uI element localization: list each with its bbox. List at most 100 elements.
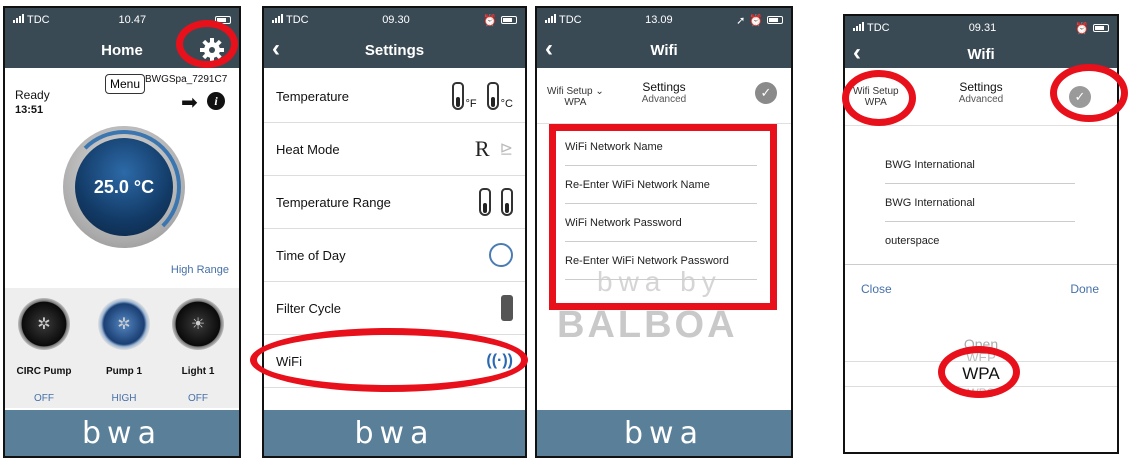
carrier-text: TDC xyxy=(559,14,582,26)
wifi-password-input[interactable]: outerspace xyxy=(885,222,1075,260)
ready-mode-icon[interactable]: R xyxy=(475,136,490,162)
gear-highlight xyxy=(176,20,238,68)
status-right: ⏰ xyxy=(1075,22,1109,35)
spa-name: BWGSpa_7291C7 xyxy=(145,74,228,85)
signal-icon xyxy=(853,22,864,31)
low-range-icon[interactable] xyxy=(501,188,513,216)
rest-mode-icon[interactable]: ⊵ xyxy=(500,139,513,159)
alarm-icon: ⏰ xyxy=(749,14,763,27)
arrow-right-icon[interactable]: ➡ xyxy=(181,90,198,115)
wpa-highlight xyxy=(938,346,1020,398)
info-icon[interactable]: i xyxy=(207,92,225,110)
filter-icon xyxy=(501,295,513,321)
carrier-label: TDC xyxy=(272,14,309,26)
done-button[interactable]: Done xyxy=(1070,282,1099,296)
settings-tab-label: Settings xyxy=(642,80,686,94)
page-title: Settings xyxy=(364,41,425,59)
carrier-label: TDC xyxy=(13,14,50,26)
equipment-label: Pump 1 xyxy=(105,366,143,377)
page-title: Home xyxy=(101,41,143,59)
wifi-setup-highlight xyxy=(842,70,916,126)
settings-navbar: ‹ Settings xyxy=(264,32,525,68)
back-icon[interactable]: ‹ xyxy=(272,35,280,63)
unit-f: °F xyxy=(465,98,477,110)
equipment-label: Light 1 xyxy=(181,366,215,377)
row-label: Temperature Range xyxy=(276,194,391,210)
row-label: Heat Mode xyxy=(276,141,340,157)
row-label: Temperature xyxy=(276,88,349,104)
heat-mode-options: R ⊵ xyxy=(475,136,513,162)
light-icon: ☀ xyxy=(172,298,224,350)
carrier-label: TDC xyxy=(853,22,890,34)
clock-icon xyxy=(489,243,513,267)
row-label: Time of Day xyxy=(276,247,346,263)
location-icon: ➚ xyxy=(736,14,746,27)
battery-icon xyxy=(767,16,783,24)
temperature-units: °F °C xyxy=(451,82,513,110)
equipment-label: CIRC Pump xyxy=(16,366,72,377)
signal-icon xyxy=(545,14,556,23)
wifi-entry-form: BWG International BWG International oute… xyxy=(885,146,1075,260)
thermometer-icon xyxy=(486,82,499,110)
equipment-state: OFF xyxy=(34,393,54,404)
settings-tab[interactable]: Settings Advanced xyxy=(537,80,791,105)
wifi-name-confirm-input[interactable]: BWG International xyxy=(885,184,1075,222)
carrier-text: TDC xyxy=(27,14,50,26)
form-highlight xyxy=(549,124,777,310)
pump-icon: ✲ xyxy=(98,298,150,350)
settings-row-temperature-range[interactable]: Temperature Range xyxy=(264,176,525,229)
fahrenheit-option[interactable]: °F xyxy=(451,82,477,110)
checkmark-highlight xyxy=(1050,64,1128,122)
ready-status: Ready xyxy=(15,88,50,102)
divider xyxy=(845,264,1117,265)
celsius-option[interactable]: °C xyxy=(486,82,513,110)
carrier-label: TDC xyxy=(545,14,582,26)
equipment-circ-pump[interactable]: ✲ CIRC Pump OFF xyxy=(9,298,79,404)
wifi-entry-navbar: ‹ Wifi xyxy=(845,39,1117,68)
battery-icon xyxy=(501,16,517,24)
back-icon[interactable]: ‹ xyxy=(853,39,861,67)
wifi-tabs: Wifi Setup ⌄ WPA Settings Advanced ✓ xyxy=(537,68,791,124)
back-icon[interactable]: ‹ xyxy=(545,35,553,63)
battery-icon xyxy=(1093,24,1109,32)
status-time: 09.30 xyxy=(382,14,410,26)
advanced-label: Advanced xyxy=(641,94,687,105)
menu-button[interactable]: Menu xyxy=(105,74,146,94)
temperature-dial[interactable]: 25.0 °C xyxy=(63,126,185,248)
status-time: 10.47 xyxy=(118,14,147,26)
signal-icon xyxy=(13,14,24,23)
alarm-icon: ⏰ xyxy=(483,14,497,27)
wifi-navbar: ‹ Wifi xyxy=(537,32,791,68)
equipment-pump-1[interactable]: ✲ Pump 1 HIGH xyxy=(89,298,159,404)
settings-row-time-of-day[interactable]: Time of Day xyxy=(264,229,525,282)
equipment-bar: ✲ CIRC Pump OFF ✲ Pump 1 HIGH ☀ Light 1 … xyxy=(5,288,239,408)
row-label: Filter Cycle xyxy=(276,300,342,316)
range-label[interactable]: High Range xyxy=(171,264,229,276)
status-bar: TDC 09.30 ⏰ xyxy=(264,8,525,32)
signal-icon xyxy=(272,14,283,23)
bwa-logo: bwa xyxy=(5,410,239,456)
status-right: ⏰ xyxy=(483,14,517,27)
status-bar: TDC 13.09 ➚ ⏰ xyxy=(537,8,791,32)
bwa-logo: bwa xyxy=(537,410,791,456)
high-range-icon[interactable] xyxy=(479,188,491,216)
wifi-highlight xyxy=(250,328,528,392)
temperature-readout: 25.0 °C xyxy=(75,138,173,236)
status-bar: TDC 09.31 ⏰ xyxy=(845,16,1117,40)
status-time: 09.31 xyxy=(968,22,997,34)
wifi-name-input[interactable]: BWG International xyxy=(885,146,1075,184)
pump-icon: ✲ xyxy=(18,298,70,350)
status-right: ➚ ⏰ xyxy=(736,14,783,27)
range-options xyxy=(479,188,513,216)
checkmark-icon[interactable]: ✓ xyxy=(755,82,777,104)
alarm-icon: ⏰ xyxy=(1075,22,1089,35)
settings-row-heat-mode[interactable]: Heat Mode R ⊵ xyxy=(264,123,525,176)
equipment-state: HIGH xyxy=(111,393,137,404)
close-button[interactable]: Close xyxy=(861,282,892,296)
balboa-watermark: BALBOA xyxy=(557,304,738,346)
ready-time: 13:51 xyxy=(15,104,44,116)
page-title: Wifi xyxy=(650,41,678,59)
settings-row-temperature[interactable]: Temperature °F °C xyxy=(264,70,525,123)
equipment-light-1[interactable]: ☀ Light 1 OFF xyxy=(163,298,233,404)
carrier-text: TDC xyxy=(286,14,309,26)
